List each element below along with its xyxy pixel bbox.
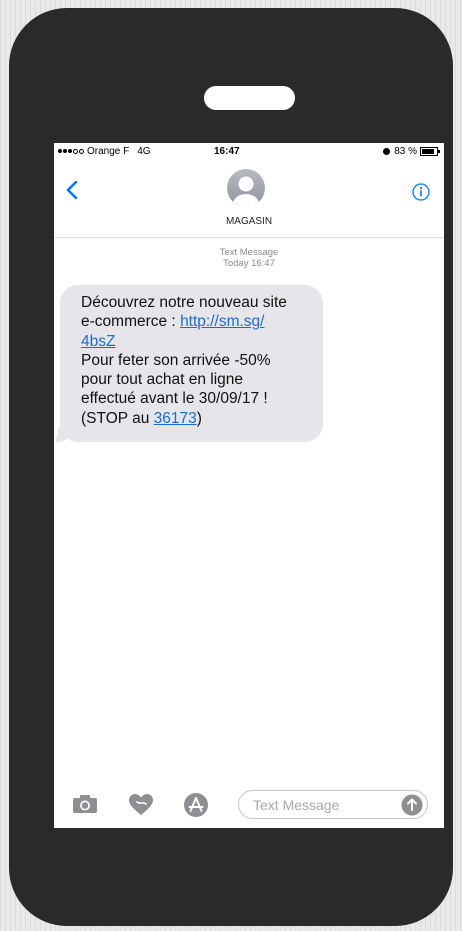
message-text-fragment: e-commerce : [81,313,181,331]
thread-label: Text Message [219,247,279,258]
contact-avatar[interactable] [227,169,265,207]
status-bar: Orange F 4G 16:47 83 % [54,143,444,159]
message-input[interactable]: Text Message [238,790,428,819]
digital-touch-heart-icon[interactable] [128,793,154,817]
phone-frame: Orange F 4G 16:47 83 % MAGASIN Text Mess… [9,8,453,926]
battery-fill [422,149,434,154]
battery-icon [420,147,440,156]
message-text-fragment: ) [196,409,202,427]
message-line: Découvrez notre nouveau site [81,294,287,311]
message-text: Découvrez notre nouveau site e-commerce … [81,293,321,428]
message-line: Pour feter son arrivée -50% [81,351,271,369]
send-arrow-icon[interactable] [401,794,423,816]
thread-timestamp: Today 16:47 [223,258,275,269]
phone-screen: Orange F 4G 16:47 83 % MAGASIN Text Mess… [54,143,444,828]
message-text-fragment: (STOP au [81,409,154,427]
orientation-lock-icon [383,148,391,155]
network-type: 4G [137,146,151,157]
app-store-icon[interactable] [183,792,209,818]
signal-strength-icon [58,149,85,154]
message-line: effectué avant le 30/09/17 ! [81,390,268,408]
info-icon[interactable] [412,183,430,201]
message-url-link-continued[interactable]: 4bsZ [81,333,115,350]
message-line: (STOP au 36173) [81,409,321,428]
message-line: 4bsZ [81,332,321,351]
stop-number-link[interactable]: 36173 [154,410,197,427]
compose-toolbar: Text Message [54,788,444,822]
carrier-info: Orange F 4G [58,146,151,157]
contact-name[interactable]: MAGASIN [54,216,444,227]
message-line: pour tout achat en ligne [81,371,244,389]
chevron-left-icon[interactable] [66,181,78,199]
bubble-tail [56,428,72,442]
battery-percent: 83 % [394,146,417,157]
person-silhouette-icon [233,176,259,207]
camera-icon[interactable] [72,794,98,814]
status-time: 16:47 [214,146,240,157]
conversation-header: MAGASIN [54,159,444,238]
incoming-message-bubble[interactable]: Découvrez notre nouveau site e-commerce … [54,285,323,442]
battery-info: 83 % [383,146,440,157]
phone-speaker [204,86,295,110]
message-input-placeholder: Text Message [253,797,340,813]
carrier-name: Orange F [87,146,130,157]
message-line: e-commerce : http://sm.sg/ [81,312,321,331]
thread-meta: Text Message Today 16:47 [54,247,444,269]
message-url-link[interactable]: http://sm.sg/ [180,313,264,330]
